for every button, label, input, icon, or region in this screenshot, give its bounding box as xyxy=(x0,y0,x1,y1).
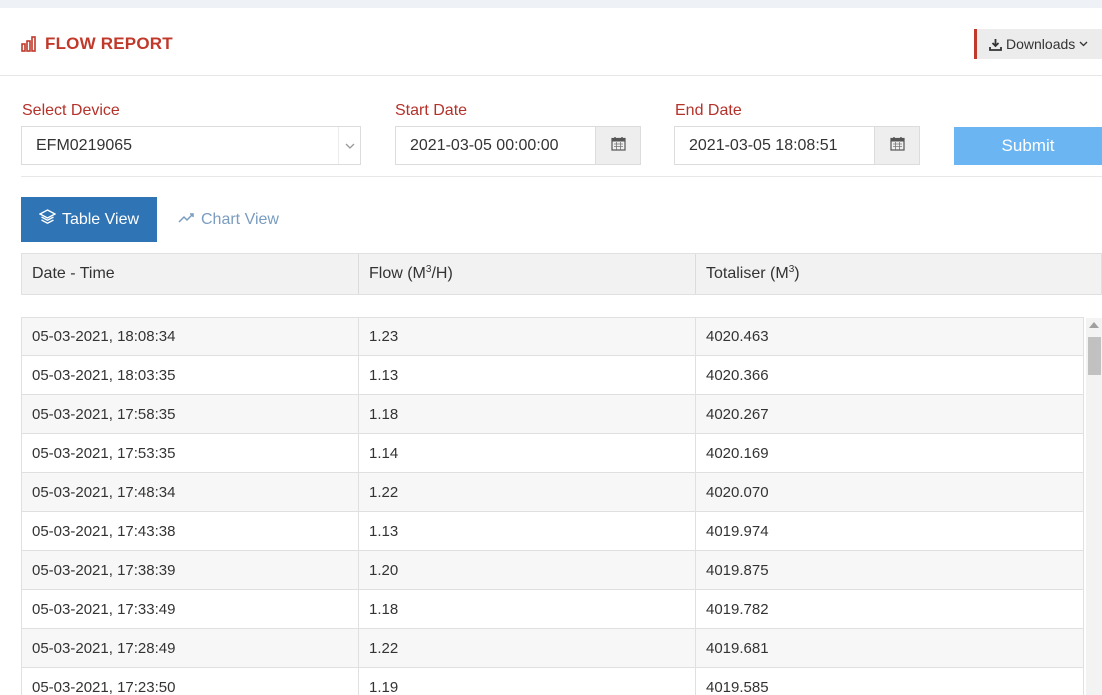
table-row[interactable]: 05-03-2021, 17:58:35 1.18 4020.267 xyxy=(21,395,1084,434)
cell-datetime: 05-03-2021, 17:28:49 xyxy=(22,629,359,667)
cell-flow: 1.13 xyxy=(359,356,696,394)
end-date-value: 2021-03-05 18:08:51 xyxy=(689,136,838,154)
cell-flow: 1.18 xyxy=(359,395,696,433)
cell-datetime: 05-03-2021, 17:48:34 xyxy=(22,473,359,511)
cell-totaliser: 4019.681 xyxy=(706,639,769,657)
cell-totaliser: 4020.366 xyxy=(706,366,769,384)
cell-totaliser: 4020.169 xyxy=(706,444,769,462)
cell-flow: 1.22 xyxy=(359,473,696,511)
start-date-label: Start Date xyxy=(395,102,468,119)
end-date-calendar-button[interactable] xyxy=(874,127,919,164)
cell-totaliser: 4019.585 xyxy=(706,678,769,695)
cell-datetime: 05-03-2021, 18:03:35 xyxy=(22,356,359,394)
device-label: Select Device xyxy=(22,102,120,119)
start-date-calendar-button[interactable] xyxy=(595,127,640,164)
device-select[interactable]: EFM0219065 xyxy=(21,126,361,165)
cell-datetime: 05-03-2021, 17:38:39 xyxy=(22,551,359,589)
column-header-flow[interactable]: Flow (M3/H) xyxy=(359,254,696,294)
cell-datetime: 05-03-2021, 17:23:50 xyxy=(22,668,359,695)
tab-chart-view[interactable]: Chart View xyxy=(178,197,279,242)
chevron-down-icon xyxy=(338,127,360,164)
scroll-up-arrow-icon[interactable] xyxy=(1089,322,1099,328)
cell-totaliser: 4020.463 xyxy=(706,328,769,345)
report-header: FLOW REPORT Downloads xyxy=(0,8,1102,76)
table-header: Date - Time Flow (M3/H) Totaliser (M3) xyxy=(21,253,1102,295)
cell-flow: 1.23 xyxy=(359,318,696,355)
table-row[interactable]: 05-03-2021, 17:48:34 1.22 4020.070 xyxy=(21,473,1084,512)
cell-datetime: 05-03-2021, 17:53:35 xyxy=(22,434,359,472)
downloads-button[interactable]: Downloads xyxy=(974,29,1102,59)
table-row[interactable]: 05-03-2021, 18:08:34 1.23 4020.463 xyxy=(21,317,1084,356)
end-date-field[interactable]: 2021-03-05 18:08:51 xyxy=(674,126,920,165)
cell-flow: 1.22 xyxy=(359,629,696,667)
table-row[interactable]: 05-03-2021, 17:53:35 1.14 4020.169 xyxy=(21,434,1084,473)
cell-datetime: 05-03-2021, 17:33:49 xyxy=(22,590,359,628)
report-title-text: FLOW REPORT xyxy=(45,34,173,53)
tab-table-view[interactable]: Table View xyxy=(21,197,157,242)
chevron-down-icon xyxy=(1079,41,1088,47)
cell-flow: 1.18 xyxy=(359,590,696,628)
cell-flow: 1.19 xyxy=(359,668,696,695)
table-row[interactable]: 05-03-2021, 17:28:49 1.22 4019.681 xyxy=(21,629,1084,668)
cell-totaliser: 4019.974 xyxy=(706,522,769,540)
top-strip xyxy=(0,0,1102,8)
column-header-totaliser-label: Totaliser (M3) xyxy=(706,264,800,283)
table-row[interactable]: 05-03-2021, 17:43:38 1.13 4019.974 xyxy=(21,512,1084,551)
table-row[interactable]: 05-03-2021, 17:38:39 1.20 4019.875 xyxy=(21,551,1084,590)
table-row[interactable]: 05-03-2021, 17:33:49 1.18 4019.782 xyxy=(21,590,1084,629)
cell-totaliser: 4019.875 xyxy=(706,561,769,579)
tab-table-view-label: Table View xyxy=(61,210,140,228)
table-body: 05-03-2021, 18:08:34 1.23 4020.463 05-03-20… xyxy=(21,317,1084,695)
cell-flow: 1.14 xyxy=(359,434,696,472)
end-date-label: End Date xyxy=(675,102,742,119)
tab-chart-view-label: Chart View xyxy=(201,210,279,228)
start-date-value: 2021-03-05 00:00:00 xyxy=(410,136,559,154)
line-chart-icon xyxy=(178,211,195,229)
cell-datetime: 05-03-2021, 17:58:35 xyxy=(22,395,359,433)
start-date-field[interactable]: 2021-03-05 00:00:00 xyxy=(395,126,641,165)
cell-totaliser: 4019.782 xyxy=(706,600,769,618)
device-value: EFM0219065 xyxy=(36,136,133,154)
cell-flow: 1.20 xyxy=(359,551,696,589)
cell-datetime: 05-03-2021, 17:43:38 xyxy=(22,512,359,550)
cell-flow: 1.13 xyxy=(359,512,696,550)
calendar-icon xyxy=(610,136,626,156)
scrollbar-thumb[interactable] xyxy=(1088,337,1101,375)
column-header-datetime[interactable]: Date - Time xyxy=(22,254,359,294)
submit-button[interactable]: Submit xyxy=(954,127,1102,165)
layers-icon xyxy=(38,209,57,230)
calendar-icon xyxy=(889,136,905,156)
download-icon xyxy=(989,38,1002,51)
column-header-totaliser[interactable]: Totaliser (M3) xyxy=(696,254,1101,294)
column-header-flow-label: Flow (M3/H) xyxy=(369,264,453,283)
cell-totaliser: 4020.267 xyxy=(706,405,769,423)
cell-totaliser: 4020.070 xyxy=(706,483,769,501)
column-header-datetime-label: Date - Time xyxy=(32,265,115,282)
downloads-label: Downloads xyxy=(1006,36,1076,52)
table-row[interactable]: 05-03-2021, 17:23:50 1.19 4019.585 xyxy=(21,668,1084,695)
cell-datetime: 05-03-2021, 18:08:34 xyxy=(22,318,359,355)
bar-chart-icon xyxy=(21,36,39,52)
report-title: FLOW REPORT xyxy=(21,34,173,54)
divider xyxy=(21,176,1102,177)
table-row[interactable]: 05-03-2021, 18:03:35 1.13 4020.366 xyxy=(21,356,1084,395)
